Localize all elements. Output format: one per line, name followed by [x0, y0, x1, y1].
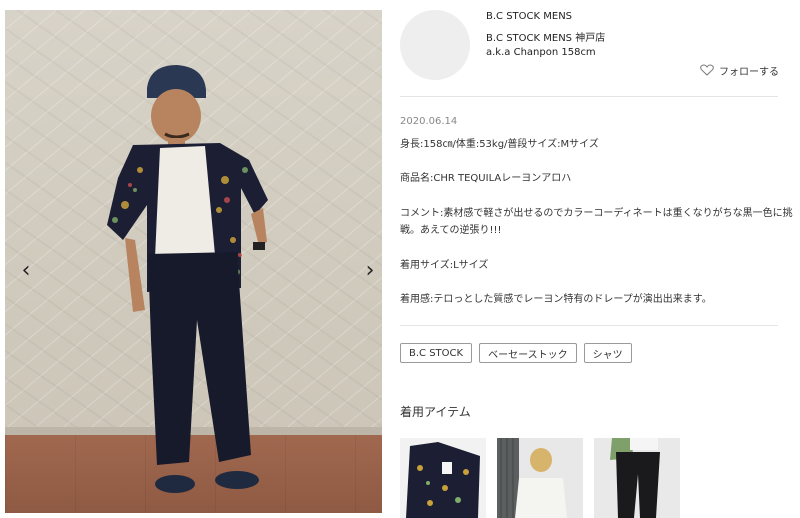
model-figure — [107, 65, 268, 493]
follow-label: フォローする — [719, 66, 779, 78]
item-image-shirt — [400, 438, 486, 518]
tag-shirt[interactable]: シャツ — [583, 343, 632, 363]
heart-outline-icon — [700, 64, 714, 76]
worn-items-title: 着用アイテム — [400, 405, 471, 419]
shop-name[interactable]: B.C STOCK MENS — [486, 11, 572, 22]
shop-branch[interactable]: B.C STOCK MENS 神戸店 — [486, 29, 605, 44]
item-image-tee — [497, 438, 583, 518]
post-date: 2020.06.14 — [400, 116, 458, 127]
item-image-pants — [594, 438, 680, 518]
size-worn-text: 着用サイズ:Lサイズ — [400, 260, 489, 271]
gallery-prev-button[interactable]: ‹ — [15, 256, 37, 284]
fit-note-text: 着用感:テロっとした質感でレーヨン特有のドレープが演出出来ます。 — [400, 294, 712, 305]
body-info-text: 身長:158㎝/体重:53kg/普段サイズ:Mサイズ — [400, 139, 599, 150]
profile-divider — [400, 96, 778, 97]
comment-line-2: 戦。あえての逆張り!!! — [400, 225, 502, 236]
tag-bc-stock-katakana[interactable]: ベーセーストック — [479, 343, 577, 363]
details-divider — [400, 325, 778, 326]
tag-bc-stock[interactable]: B.C STOCK — [400, 343, 473, 363]
item-thumbnail-pants[interactable] — [594, 438, 680, 518]
item-thumbnail-shirt[interactable] — [400, 438, 486, 518]
comment-line-1: コメント:素材感で軽さが出せるのでカラーコーディネートは重くなりがちな黒一色に挑 — [400, 208, 793, 219]
staff-name[interactable]: a.k.a Chanpon 158cm — [486, 47, 596, 58]
follow-button[interactable]: フォローする — [700, 62, 779, 78]
gallery-next-button[interactable]: › — [359, 256, 381, 284]
staff-avatar[interactable] — [400, 10, 470, 80]
tag-list: B.C STOCK ベーセーストック シャツ — [400, 343, 632, 363]
item-thumbnail-tee[interactable] — [497, 438, 583, 518]
product-name-text: 商品名:CHR TEQUILAレーヨンアロハ — [400, 173, 572, 184]
outfit-photo[interactable]: ‹ › — [5, 10, 382, 513]
